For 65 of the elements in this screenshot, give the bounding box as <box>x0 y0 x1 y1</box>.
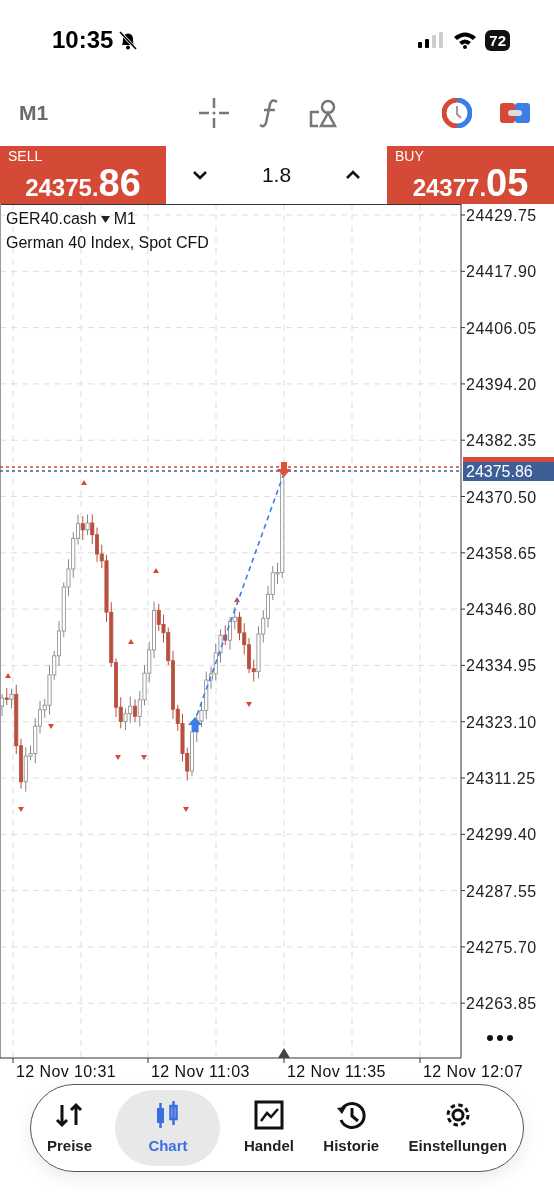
chevron-up-icon[interactable] <box>345 169 361 181</box>
price-axis-label: 24429.75 <box>466 207 537 224</box>
price-pips: 05 <box>486 164 529 202</box>
toggle-icon[interactable] <box>500 101 530 125</box>
up-arrow-icon <box>188 717 202 732</box>
fractal-marker <box>48 724 54 729</box>
battery-indicator: 72 <box>485 29 510 51</box>
fractal-marker <box>5 673 11 678</box>
price-axis-label: 24263.85 <box>466 995 537 1013</box>
bid-price-tag: 24375.86 <box>463 462 554 481</box>
line-chart-icon <box>252 1098 285 1131</box>
price-pips: 86 <box>98 164 141 202</box>
price-axis-label: 24394.20 <box>466 375 537 393</box>
nav-tab[interactable]: Einstellungen <box>402 1090 513 1166</box>
price-axis-label: 24334.95 <box>466 657 537 675</box>
fractal-marker <box>183 807 189 812</box>
timeframe-button[interactable]: M1 <box>19 97 49 129</box>
price-axis-label: 24275.70 <box>466 938 537 956</box>
fractal-marker <box>153 568 159 573</box>
nav-tab[interactable]: Historie <box>317 1090 386 1166</box>
bell-off-icon <box>117 29 140 51</box>
sell-button[interactable]: SELL 24375.86 <box>0 146 166 204</box>
price-text: 24377. <box>412 173 487 203</box>
time-axis-label: 12 Nov 11:03 <box>151 1063 250 1080</box>
side-label: BUY <box>395 148 425 164</box>
time-marker-icon <box>278 1048 290 1058</box>
wifi-icon <box>453 31 478 49</box>
side-label: SELL <box>8 148 44 164</box>
nav-tab[interactable]: Preise <box>41 1090 99 1166</box>
chevron-down-icon[interactable] <box>192 169 208 181</box>
more-icon[interactable] <box>487 1035 513 1041</box>
volume-value: 1.8 <box>261 162 292 189</box>
price-axis-label: 24358.65 <box>466 544 537 562</box>
price-axis-label: 24346.80 <box>466 601 537 619</box>
fractal-marker <box>18 807 24 812</box>
fractal-marker <box>81 480 87 485</box>
time-axis-label: 12 Nov 10:31 <box>16 1063 116 1080</box>
time-axis-label: 12 Nov 12:07 <box>423 1063 523 1080</box>
status-time: 10:35 <box>52 25 114 55</box>
fractal-marker <box>115 755 121 760</box>
price-axis-label: 24299.40 <box>466 826 537 844</box>
fractal-marker <box>246 702 252 707</box>
fractal-marker <box>234 597 240 602</box>
chart-timeframe: M1 <box>113 209 136 229</box>
price-axis-label: 24406.05 <box>466 319 537 337</box>
nav-tab[interactable]: Handel <box>237 1090 300 1166</box>
clock-icon[interactable] <box>442 98 472 128</box>
price-axis-label: 24382.35 <box>466 432 537 450</box>
symbol-description: German 40 Index, Spot CFD <box>6 233 209 253</box>
fractal-marker <box>128 639 134 644</box>
price-axis-label: 24287.55 <box>466 882 537 900</box>
time-axis-label: 12 Nov 11:35 <box>287 1063 386 1080</box>
crosshair-icon[interactable] <box>198 97 231 129</box>
symbol-name: GER40.cash <box>6 209 97 229</box>
nav-tab[interactable]: Chart <box>115 1090 221 1166</box>
price-axis-label: 24311.25 <box>466 770 536 787</box>
fractal-marker <box>141 755 147 760</box>
down-arrow-icon <box>277 462 291 477</box>
price-axis-label: 24370.50 <box>466 488 537 506</box>
price-text: 24375. <box>25 174 99 203</box>
buy-button[interactable]: BUY 24377.05 <box>387 146 554 204</box>
price-axis-label: 24323.10 <box>466 713 537 731</box>
signal-icon <box>417 31 446 49</box>
caret-icon[interactable] <box>100 215 110 223</box>
price-axis-label: 24417.90 <box>466 263 537 281</box>
